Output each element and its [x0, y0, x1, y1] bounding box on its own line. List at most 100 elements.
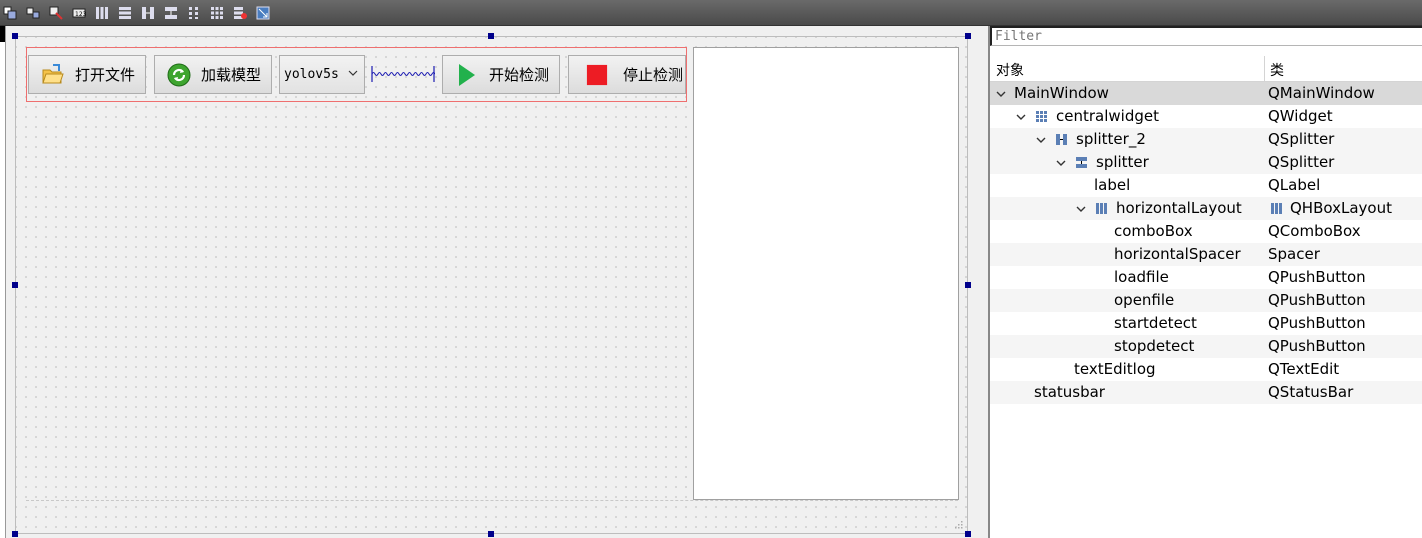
loadfile-button[interactable]: 加载模型 — [154, 55, 272, 94]
tree-row-name: stopdetect — [1114, 337, 1195, 355]
tree-row-splitter[interactable]: splitter QSplitter — [990, 151, 1422, 174]
tree-row-horizontallayout[interactable]: horizontalLayout QHBoxLayout — [990, 197, 1422, 220]
model-combobox[interactable]: yolov5s — [279, 55, 365, 94]
tree-row-stopdetect[interactable]: stopdetect QPushButton — [990, 335, 1422, 358]
edit-buddies-icon[interactable] — [48, 5, 63, 20]
chevron-down-icon[interactable] — [1016, 112, 1026, 122]
chevron-down-icon[interactable] — [1076, 204, 1086, 214]
horizontal-layout[interactable]: 打开文件 加载模型 yolov5s 开始检测 停止检测 — [26, 47, 687, 102]
break-layout-icon[interactable] — [232, 5, 247, 20]
vertical-splitter-icon — [1076, 157, 1087, 168]
horizontal-layout-icon — [1096, 203, 1107, 214]
selection-handle[interactable] — [965, 531, 971, 537]
tree-row-class: QTextEdit — [1268, 360, 1340, 378]
tree-row-class: QPushButton — [1268, 314, 1366, 332]
tree-row-class: QPushButton — [1268, 268, 1366, 286]
main-window-form[interactable]: 打开文件 加载模型 yolov5s 开始检测 停止检测 — [15, 36, 968, 534]
tree-row-name: comboBox — [1114, 222, 1193, 240]
tree-row-centralwidget[interactable]: centralwidget QWidget — [990, 105, 1422, 128]
tree-row-startdetect[interactable]: startdetect QPushButton — [990, 312, 1422, 335]
layout-vertical-icon[interactable] — [117, 5, 132, 20]
design-canvas: 打开文件 加载模型 yolov5s 开始检测 停止检测 — [0, 26, 988, 538]
tree-row-name: loadfile — [1114, 268, 1169, 286]
tree-row-class: QSplitter — [1268, 130, 1335, 148]
header-object[interactable]: 对象 — [996, 60, 1024, 80]
svg-text:123: 123 — [75, 11, 86, 18]
tree-row-openfile[interactable]: openfile QPushButton — [990, 289, 1422, 312]
selection-handle[interactable] — [488, 531, 494, 537]
edit-signals-icon[interactable] — [25, 5, 40, 20]
openfile-label: 打开文件 — [75, 66, 136, 84]
startdetect-button[interactable]: 开始检测 — [442, 55, 560, 94]
play-icon — [455, 63, 479, 87]
edit-widgets-icon[interactable] — [2, 5, 17, 20]
chevron-down-icon[interactable] — [996, 89, 1006, 99]
header-divider[interactable] — [1264, 56, 1265, 82]
tree-row-label[interactable]: label QLabel — [990, 174, 1422, 197]
tree-row-name: MainWindow — [1014, 84, 1109, 102]
stop-icon — [585, 63, 609, 87]
tree-row-class: QLabel — [1268, 176, 1321, 194]
chevron-down-icon[interactable] — [1056, 158, 1066, 168]
selection-handle[interactable] — [965, 33, 971, 39]
horizontal-spacer[interactable] — [371, 64, 435, 84]
tree-row-name: openfile — [1114, 291, 1175, 309]
tree-row-class: QWidget — [1268, 107, 1333, 125]
horizontal-layout-icon — [1271, 203, 1282, 214]
layout-horizontal-splitter-icon[interactable] — [140, 5, 155, 20]
selection-handle[interactable] — [965, 282, 971, 288]
selection-handle[interactable] — [488, 33, 494, 39]
object-tree: MainWindow QMainWindow centralwidget QWi… — [990, 82, 1422, 404]
tree-row-class: QHBoxLayout — [1290, 199, 1392, 217]
stopdetect-label: 停止检测 — [623, 66, 684, 84]
layout-form-icon[interactable] — [186, 5, 201, 20]
selection-handle[interactable] — [12, 531, 18, 537]
tree-row-class: QPushButton — [1268, 337, 1366, 355]
tree-row-class: QStatusBar — [1268, 383, 1354, 401]
horizontal-splitter-icon — [1056, 134, 1067, 145]
tree-row-mainwindow[interactable]: MainWindow QMainWindow — [990, 82, 1422, 105]
layout-vertical-splitter-icon[interactable] — [163, 5, 178, 20]
tree-row-texteditlog[interactable]: textEditlog QTextEdit — [990, 358, 1422, 381]
openfile-button[interactable]: 打开文件 — [28, 55, 146, 94]
canvas-ruler — [0, 26, 6, 538]
chevron-down-icon — [348, 70, 358, 76]
tree-row-name: label — [1094, 176, 1131, 194]
selection-handle[interactable] — [12, 282, 18, 288]
object-inspector: 对象 类 MainWindow QMainWindow centralwidge… — [988, 26, 1422, 538]
grid-layout-icon — [1036, 111, 1047, 122]
tree-row-class: QComboBox — [1268, 222, 1361, 240]
filter-input[interactable] — [990, 26, 1422, 46]
designer-toolbar: 123 — [0, 0, 1422, 26]
loadfile-label: 加载模型 — [201, 66, 262, 84]
tree-row-name: startdetect — [1114, 314, 1197, 332]
layout-horizontal-icon[interactable] — [94, 5, 109, 20]
layout-grid-icon[interactable] — [209, 5, 224, 20]
tree-row-name: horizontalLayout — [1116, 199, 1242, 217]
tree-row-name: splitter — [1096, 153, 1149, 171]
stopdetect-button[interactable]: 停止检测 — [568, 55, 686, 94]
tree-row-class: Spacer — [1268, 245, 1320, 263]
chevron-down-icon[interactable] — [1036, 135, 1046, 145]
header-class[interactable]: 类 — [1270, 60, 1284, 80]
canvas-corner-marker — [0, 26, 5, 42]
open-folder-icon — [41, 63, 65, 87]
startdetect-label: 开始检测 — [489, 66, 550, 84]
tree-row-splitter-2[interactable]: splitter_2 QSplitter — [990, 128, 1422, 151]
size-grip-icon[interactable] — [953, 519, 963, 529]
edit-tab-order-icon[interactable]: 123 — [71, 5, 86, 20]
combobox-value: yolov5s — [284, 67, 339, 82]
tree-row-name: textEditlog — [1074, 360, 1156, 378]
tree-row-name: splitter_2 — [1076, 130, 1146, 148]
tree-row-class: QPushButton — [1268, 291, 1366, 309]
tree-row-class: QSplitter — [1268, 153, 1335, 171]
tree-row-name: centralwidget — [1056, 107, 1159, 125]
tree-row-loadfile[interactable]: loadfile QPushButton — [990, 266, 1422, 289]
selection-handle[interactable] — [12, 33, 18, 39]
tree-row-statusbar[interactable]: statusbar QStatusBar — [990, 381, 1422, 404]
tree-row-class: QMainWindow — [1268, 84, 1375, 102]
adjust-size-icon[interactable] — [255, 5, 270, 20]
tree-row-combobox[interactable]: comboBox QComboBox — [990, 220, 1422, 243]
tree-row-horizontalspacer[interactable]: horizontalSpacer Spacer — [990, 243, 1422, 266]
image-label — [693, 47, 959, 500]
